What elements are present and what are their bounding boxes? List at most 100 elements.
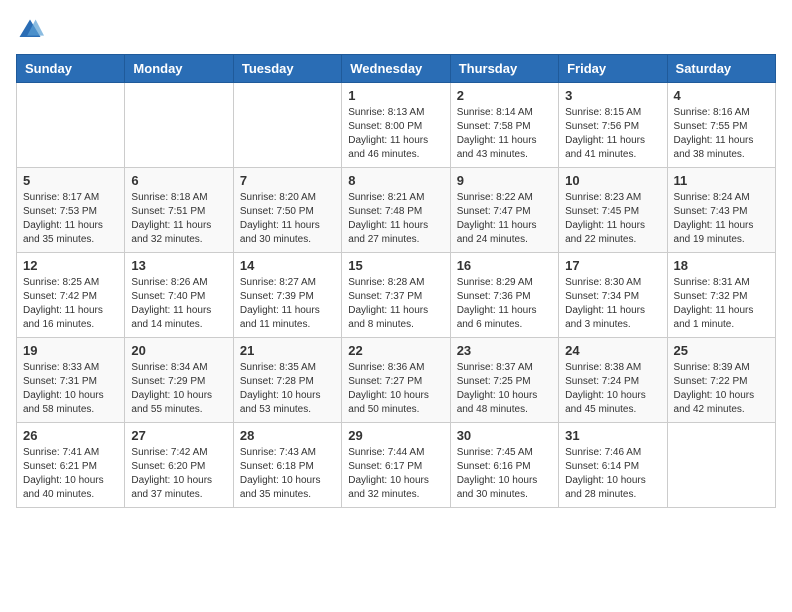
day-info: Sunrise: 8:25 AM Sunset: 7:42 PM Dayligh…	[23, 276, 118, 332]
calendar-cell: 26 Sunrise: 7:41 AM Sunset: 6:21 PM Dayli…	[17, 423, 125, 508]
day-info: Sunrise: 7:41 AM Sunset: 6:21 PM Dayligh…	[23, 446, 118, 502]
day-info: Sunrise: 8:27 AM Sunset: 7:39 PM Dayligh…	[240, 276, 335, 332]
day-number: 3	[565, 88, 660, 103]
day-number: 29	[348, 428, 443, 443]
calendar-cell: 22 Sunrise: 8:36 AM Sunset: 7:27 PM Dayli…	[342, 338, 450, 423]
calendar-cell: 23 Sunrise: 8:37 AM Sunset: 7:25 PM Dayli…	[450, 338, 558, 423]
day-info: Sunrise: 8:28 AM Sunset: 7:37 PM Dayligh…	[348, 276, 443, 332]
day-number: 4	[674, 88, 769, 103]
calendar-cell: 17 Sunrise: 8:30 AM Sunset: 7:34 PM Dayli…	[559, 253, 667, 338]
day-number: 12	[23, 258, 118, 273]
day-info: Sunrise: 8:35 AM Sunset: 7:28 PM Dayligh…	[240, 361, 335, 417]
calendar-cell: 16 Sunrise: 8:29 AM Sunset: 7:36 PM Dayli…	[450, 253, 558, 338]
day-info: Sunrise: 8:34 AM Sunset: 7:29 PM Dayligh…	[131, 361, 226, 417]
calendar-cell: 10 Sunrise: 8:23 AM Sunset: 7:45 PM Dayli…	[559, 168, 667, 253]
day-info: Sunrise: 8:16 AM Sunset: 7:55 PM Dayligh…	[674, 106, 769, 162]
day-number: 10	[565, 173, 660, 188]
logo-icon	[16, 16, 44, 44]
day-info: Sunrise: 8:39 AM Sunset: 7:22 PM Dayligh…	[674, 361, 769, 417]
day-info: Sunrise: 8:36 AM Sunset: 7:27 PM Dayligh…	[348, 361, 443, 417]
calendar-cell: 19 Sunrise: 8:33 AM Sunset: 7:31 PM Dayli…	[17, 338, 125, 423]
day-number: 6	[131, 173, 226, 188]
calendar-cell: 28 Sunrise: 7:43 AM Sunset: 6:18 PM Dayli…	[233, 423, 341, 508]
day-info: Sunrise: 8:30 AM Sunset: 7:34 PM Dayligh…	[565, 276, 660, 332]
calendar-cell: 27Sunrise: 7:42 AM Sunset: 6:20 PM Dayli…	[125, 423, 233, 508]
day-number: 19	[23, 343, 118, 358]
day-info: Sunrise: 8:37 AM Sunset: 7:25 PM Dayligh…	[457, 361, 552, 417]
calendar-cell: 21 Sunrise: 8:35 AM Sunset: 7:28 PM Dayli…	[233, 338, 341, 423]
day-info: Sunrise: 8:20 AM Sunset: 7:50 PM Dayligh…	[240, 191, 335, 247]
calendar-cell	[233, 83, 341, 168]
calendar-cell: 11Sunrise: 8:24 AM Sunset: 7:43 PM Dayli…	[667, 168, 775, 253]
day-info: Sunrise: 8:29 AM Sunset: 7:36 PM Dayligh…	[457, 276, 552, 332]
week-row-4: 19 Sunrise: 8:33 AM Sunset: 7:31 PM Dayli…	[17, 338, 776, 423]
calendar-cell: 18 Sunrise: 8:31 AM Sunset: 7:32 PM Dayli…	[667, 253, 775, 338]
calendar-cell: 7Sunrise: 8:20 AM Sunset: 7:50 PM Daylig…	[233, 168, 341, 253]
logo	[16, 16, 48, 44]
day-number: 5	[23, 173, 118, 188]
calendar-cell: 31 Sunrise: 7:46 AM Sunset: 6:14 PM Dayli…	[559, 423, 667, 508]
calendar-cell: 3 Sunrise: 8:15 AM Sunset: 7:56 PM Daylig…	[559, 83, 667, 168]
day-info: Sunrise: 7:46 AM Sunset: 6:14 PM Dayligh…	[565, 446, 660, 502]
calendar-cell: 30 Sunrise: 7:45 AM Sunset: 6:16 PM Dayli…	[450, 423, 558, 508]
day-number: 9	[457, 173, 552, 188]
calendar-cell: 24 Sunrise: 8:38 AM Sunset: 7:24 PM Dayli…	[559, 338, 667, 423]
day-number: 28	[240, 428, 335, 443]
day-info: Sunrise: 8:18 AM Sunset: 7:51 PM Dayligh…	[131, 191, 226, 247]
week-row-1: 1 Sunrise: 8:13 AM Sunset: 8:00 PM Daylig…	[17, 83, 776, 168]
day-info: Sunrise: 8:14 AM Sunset: 7:58 PM Dayligh…	[457, 106, 552, 162]
day-number: 18	[674, 258, 769, 273]
calendar-cell	[667, 423, 775, 508]
calendar-cell: 20 Sunrise: 8:34 AM Sunset: 7:29 PM Dayli…	[125, 338, 233, 423]
calendar-table: SundayMondayTuesdayWednesdayThursdayFrid…	[16, 54, 776, 508]
calendar-cell	[17, 83, 125, 168]
day-number: 8	[348, 173, 443, 188]
day-number: 31	[565, 428, 660, 443]
day-number: 15	[348, 258, 443, 273]
day-number: 16	[457, 258, 552, 273]
day-info: Sunrise: 8:15 AM Sunset: 7:56 PM Dayligh…	[565, 106, 660, 162]
day-info: Sunrise: 8:23 AM Sunset: 7:45 PM Dayligh…	[565, 191, 660, 247]
day-number: 30	[457, 428, 552, 443]
day-number: 17	[565, 258, 660, 273]
day-info: Sunrise: 8:22 AM Sunset: 7:47 PM Dayligh…	[457, 191, 552, 247]
day-info: Sunrise: 7:45 AM Sunset: 6:16 PM Dayligh…	[457, 446, 552, 502]
day-info: Sunrise: 8:26 AM Sunset: 7:40 PM Dayligh…	[131, 276, 226, 332]
day-info: Sunrise: 7:42 AM Sunset: 6:20 PM Dayligh…	[131, 446, 226, 502]
calendar-cell: 4 Sunrise: 8:16 AM Sunset: 7:55 PM Daylig…	[667, 83, 775, 168]
calendar-cell: 2 Sunrise: 8:14 AM Sunset: 7:58 PM Daylig…	[450, 83, 558, 168]
week-row-5: 26 Sunrise: 7:41 AM Sunset: 6:21 PM Dayli…	[17, 423, 776, 508]
header-friday: Friday	[559, 55, 667, 83]
calendar-cell: 15 Sunrise: 8:28 AM Sunset: 7:37 PM Dayli…	[342, 253, 450, 338]
day-info: Sunrise: 7:43 AM Sunset: 6:18 PM Dayligh…	[240, 446, 335, 502]
calendar-cell: 5 Sunrise: 8:17 AM Sunset: 7:53 PM Daylig…	[17, 168, 125, 253]
day-number: 25	[674, 343, 769, 358]
day-number: 24	[565, 343, 660, 358]
day-number: 1	[348, 88, 443, 103]
day-number: 26	[23, 428, 118, 443]
day-number: 22	[348, 343, 443, 358]
calendar-cell: 1 Sunrise: 8:13 AM Sunset: 8:00 PM Daylig…	[342, 83, 450, 168]
page-header	[16, 16, 776, 44]
day-number: 21	[240, 343, 335, 358]
calendar-cell: 8 Sunrise: 8:21 AM Sunset: 7:48 PM Daylig…	[342, 168, 450, 253]
calendar-cell: 9 Sunrise: 8:22 AM Sunset: 7:47 PM Daylig…	[450, 168, 558, 253]
day-number: 14	[240, 258, 335, 273]
header-saturday: Saturday	[667, 55, 775, 83]
day-info: Sunrise: 8:13 AM Sunset: 8:00 PM Dayligh…	[348, 106, 443, 162]
header-monday: Monday	[125, 55, 233, 83]
day-info: Sunrise: 8:31 AM Sunset: 7:32 PM Dayligh…	[674, 276, 769, 332]
day-number: 23	[457, 343, 552, 358]
day-number: 20	[131, 343, 226, 358]
calendar-cell: 12 Sunrise: 8:25 AM Sunset: 7:42 PM Dayli…	[17, 253, 125, 338]
day-info: Sunrise: 8:33 AM Sunset: 7:31 PM Dayligh…	[23, 361, 118, 417]
header-wednesday: Wednesday	[342, 55, 450, 83]
day-info: Sunrise: 8:38 AM Sunset: 7:24 PM Dayligh…	[565, 361, 660, 417]
calendar-header-row: SundayMondayTuesdayWednesdayThursdayFrid…	[17, 55, 776, 83]
day-info: Sunrise: 8:17 AM Sunset: 7:53 PM Dayligh…	[23, 191, 118, 247]
calendar-cell: 14 Sunrise: 8:27 AM Sunset: 7:39 PM Dayli…	[233, 253, 341, 338]
header-sunday: Sunday	[17, 55, 125, 83]
day-info: Sunrise: 7:44 AM Sunset: 6:17 PM Dayligh…	[348, 446, 443, 502]
day-info: Sunrise: 8:21 AM Sunset: 7:48 PM Dayligh…	[348, 191, 443, 247]
day-number: 2	[457, 88, 552, 103]
